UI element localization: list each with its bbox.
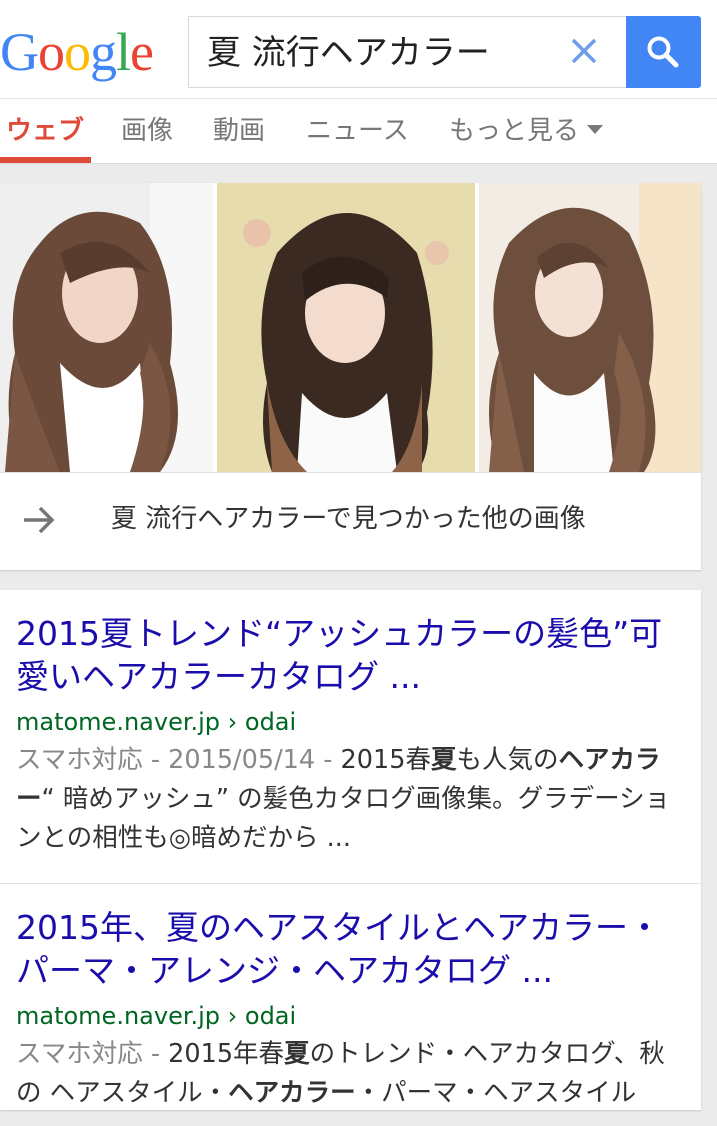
snippet-meta: スマホ対応 - xyxy=(16,1039,169,1069)
logo-letter: g xyxy=(90,22,117,82)
logo-letter: e xyxy=(130,22,154,82)
tab-news[interactable]: ニュース xyxy=(306,113,409,149)
tab-images[interactable]: 画像 xyxy=(121,113,173,149)
search-query: 夏 流行ヘアカラー xyxy=(207,33,490,73)
more-images-label: 夏 流行ヘアカラーで見つかった他の画像 xyxy=(111,504,586,534)
web-results-card: 2015夏トレンド“アッシュカラーの髪色”可愛いヘアカラーカタログ ... ma… xyxy=(0,590,701,1110)
result-divider xyxy=(0,883,701,884)
snippet-text: も人気の xyxy=(456,745,559,775)
snippet-text: 2015春 xyxy=(340,745,431,775)
hair-photo-2[interactable] xyxy=(217,183,475,472)
logo-letter: l xyxy=(116,22,131,82)
search-input[interactable]: 夏 流行ヘアカラー xyxy=(188,16,626,88)
search-result: 2015夏トレンド“アッシュカラーの髪色”可愛いヘアカラーカタログ ... ma… xyxy=(0,612,701,882)
close-icon[interactable] xyxy=(568,35,600,67)
result-snippet: スマホ対応 - 2015年春夏のトレンド・ヘアカタログ、秋の ヘアスタイル・ヘア… xyxy=(16,1035,681,1113)
snippet-highlight: 夏 xyxy=(284,1039,310,1069)
more-images-link[interactable]: 夏 流行ヘアカラーで見つかった他の画像 xyxy=(0,472,701,570)
hair-photo-1[interactable] xyxy=(0,183,213,472)
snippet-meta: スマホ対応 - 2015/05/14 - xyxy=(16,745,341,775)
image-results-card: 夏 流行ヘアカラーで見つかった他の画像 xyxy=(0,183,701,570)
tab-videos[interactable]: 動画 xyxy=(213,113,265,149)
snippet-highlight: 夏 xyxy=(430,745,457,775)
logo-letter: G xyxy=(0,22,39,82)
snippet-text: 2015年春 xyxy=(168,1039,285,1069)
arrow-right-icon xyxy=(24,506,55,534)
active-tab-indicator xyxy=(0,157,91,163)
logo-letter: o xyxy=(38,22,65,82)
logo-letter: o xyxy=(64,22,91,82)
snippet-text: “ 暗めアッシュ” の髪色カタログ画像集。グラデーションとの相性も◎暗めだから … xyxy=(16,784,671,853)
snippet-highlight: ヘアカラー xyxy=(228,1078,356,1108)
search-tabs: ウェブ 画像 動画 ニュース もっと見る xyxy=(0,98,717,164)
result-url: matome.naver.jp › odai xyxy=(16,708,297,736)
search-result: 2015年、夏のヘアスタイルとヘアカラー・パーマ・アレンジ・ヘアカタログ ...… xyxy=(0,906,701,1126)
search-button[interactable] xyxy=(626,16,701,88)
tab-more[interactable]: もっと見る xyxy=(449,113,604,149)
chevron-down-icon xyxy=(587,125,604,134)
tab-web[interactable]: ウェブ xyxy=(6,113,84,149)
header: Google 夏 流行ヘアカラー xyxy=(0,0,717,98)
search-icon xyxy=(647,36,679,68)
hair-photo-3[interactable] xyxy=(479,183,701,472)
tab-more-label: もっと見る xyxy=(449,116,580,146)
snippet-text: ・パーマ・ヘアスタイル xyxy=(355,1078,637,1108)
google-logo[interactable]: Google xyxy=(0,22,154,82)
result-url: matome.naver.jp › odai xyxy=(16,1002,297,1030)
result-snippet: スマホ対応 - 2015/05/14 - 2015春夏も人気のヘアカラー“ 暗め… xyxy=(16,741,681,858)
result-title-link[interactable]: 2015年、夏のヘアスタイルとヘアカラー・パーマ・アレンジ・ヘアカタログ ... xyxy=(16,906,686,992)
result-title-link[interactable]: 2015夏トレンド“アッシュカラーの髪色”可愛いヘアカラーカタログ ... xyxy=(16,612,686,698)
